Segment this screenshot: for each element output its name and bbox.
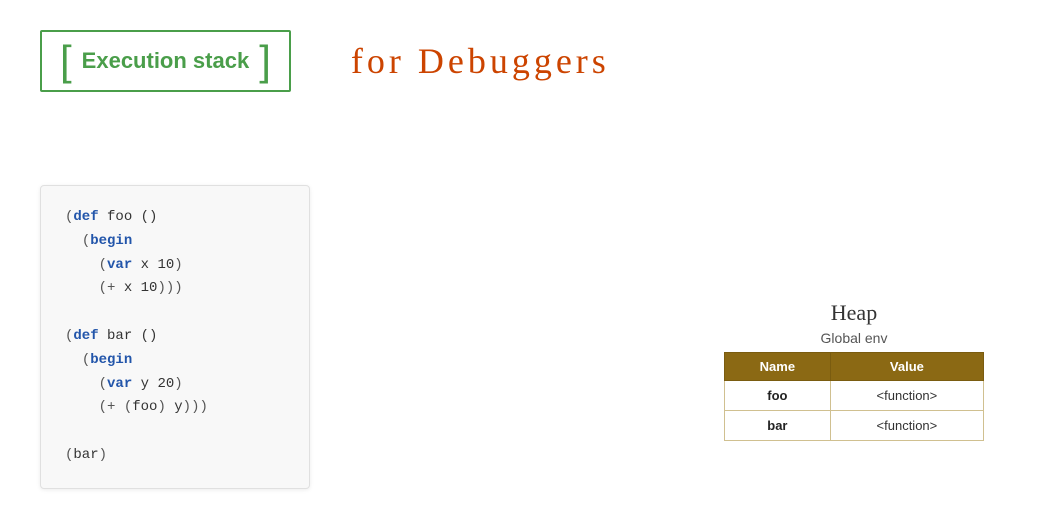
code-block: (def foo () (begin (var x 10) (+ x 10)))… (40, 185, 310, 489)
row-bar-name: bar (725, 411, 831, 441)
table-row: bar <function> (725, 411, 984, 441)
bracket-right-icon: ] (259, 40, 271, 82)
row-bar-value: <function> (830, 411, 983, 441)
heap-title: Heap (724, 300, 984, 326)
handwritten-title: for Debuggers (351, 40, 610, 82)
row-foo-name: foo (725, 381, 831, 411)
col-name-header: Name (725, 353, 831, 381)
heap-table-header: Name Value (725, 353, 984, 381)
bracket-left-icon: [ (60, 40, 72, 82)
table-row: foo <function> (725, 381, 984, 411)
code-content: (def foo () (begin (var x 10) (+ x 10)))… (65, 206, 285, 468)
execution-stack-label: Execution stack (82, 48, 250, 74)
heap-table-body: foo <function> bar <function> (725, 381, 984, 441)
heap-table: Name Value foo <function> bar <function> (724, 352, 984, 441)
col-value-header: Value (830, 353, 983, 381)
execution-stack-box: [ Execution stack ] (40, 30, 291, 92)
heap-section: Heap Global env Name Value foo <function… (724, 300, 984, 441)
global-env-label: Global env (724, 330, 984, 346)
row-foo-value: <function> (830, 381, 983, 411)
header: [ Execution stack ] for Debuggers (0, 0, 1044, 112)
